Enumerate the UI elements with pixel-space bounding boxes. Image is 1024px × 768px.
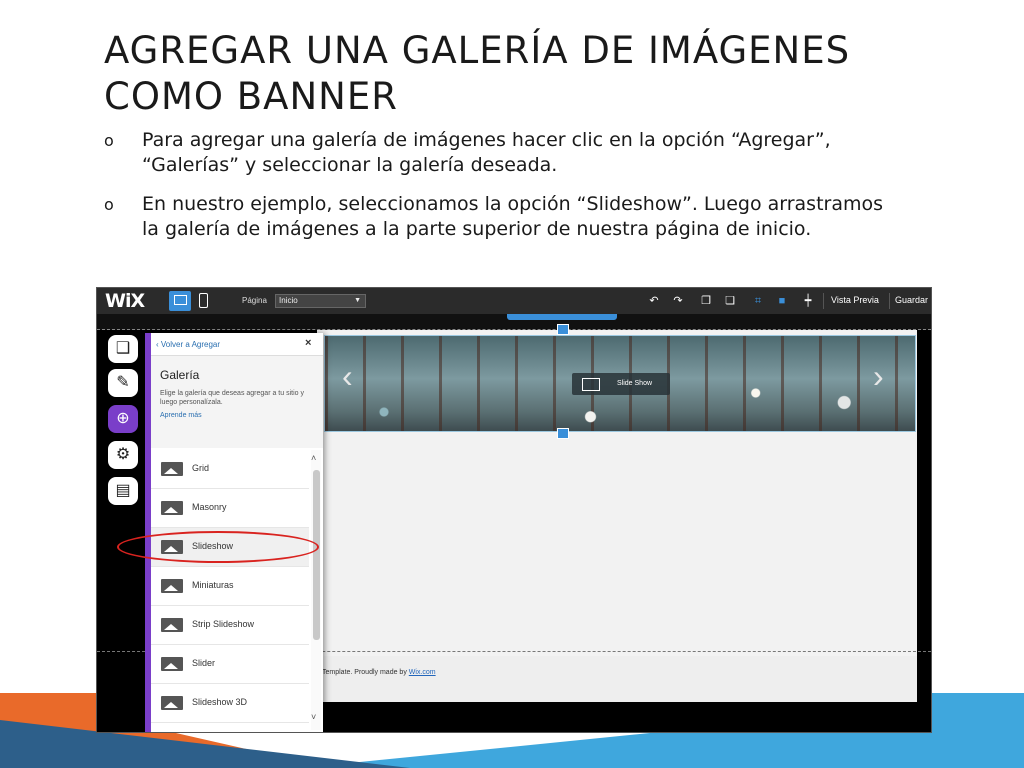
paste-icon[interactable]: ❏ — [723, 294, 737, 308]
layout-icon[interactable]: ■ — [775, 294, 789, 308]
redo-icon[interactable]: ↷ — [671, 294, 685, 308]
panel-scrollbar[interactable]: ˄ ˅ — [311, 450, 321, 730]
undo-icon[interactable]: ↶ — [647, 294, 661, 308]
settings-icon: ⚙ — [115, 446, 131, 463]
slideshow-3d-icon — [161, 696, 183, 710]
copy-icon[interactable]: ❐ — [699, 294, 713, 308]
wix-logo: WiX — [105, 290, 145, 312]
add-icon: ⊕ — [116, 410, 130, 427]
image-icon — [582, 378, 600, 391]
gallery-option-grid[interactable]: Grid — [151, 450, 309, 489]
bullet-item: o Para agregar una galería de imágenes ha… — [104, 128, 904, 178]
ruler-icon[interactable]: ┿ — [801, 294, 815, 308]
close-icon[interactable]: × — [305, 337, 311, 349]
bullet-text: En nuestro ejemplo, seleccionamos la opc… — [142, 193, 884, 240]
gallery-option-slider[interactable]: Slider — [151, 645, 309, 684]
slide-title-line1: AGREGAR UNA GALERÍA DE IMÁGENES — [104, 29, 851, 72]
option-label: Slider — [192, 658, 216, 668]
scroll-up-icon[interactable]: ˄ — [311, 453, 316, 463]
bullet-list: o Para agregar una galería de imágenes ha… — [104, 128, 904, 256]
store-icon: ▤ — [115, 482, 131, 499]
back-to-add-link[interactable]: ‹ Volver a Agregar — [156, 340, 220, 349]
dropdown-arrow-icon: ▼ — [354, 297, 361, 304]
strip-slideshow-icon — [161, 618, 183, 632]
pages-button[interactable]: ❑ — [108, 335, 138, 363]
bullet-text: Para agregar una galería de imágenes hac… — [142, 129, 831, 176]
bullet-mark: o — [104, 131, 114, 150]
mobile-icon[interactable] — [199, 293, 208, 308]
back-link-label: Volver a Agregar — [160, 340, 221, 349]
gallery-option-slideshow-3d[interactable]: Slideshow 3D — [151, 684, 309, 723]
gallery-option-strip-slideshow[interactable]: Strip Slideshow — [151, 606, 309, 645]
masonry-gallery-icon — [161, 501, 183, 515]
option-label: Masonry — [192, 502, 227, 512]
toolbar-divider — [889, 293, 890, 309]
chevron-left-icon[interactable]: ‹ — [342, 358, 353, 395]
toolbar-divider — [823, 293, 824, 309]
crop-icon[interactable]: ⌗ — [751, 294, 765, 308]
desktop-icon[interactable] — [169, 291, 191, 311]
store-button[interactable]: ▤ — [108, 477, 138, 505]
footer-label: Template. Proudly made by — [322, 669, 407, 676]
grid-gallery-icon — [161, 462, 183, 476]
option-label: Slideshow 3D — [192, 697, 248, 707]
slider-gallery-icon — [161, 657, 183, 671]
editor-top-bar: WiX Página Inicio ▼ ↶ ↷ ❐ ❏ ⌗ ■ ┿ Vista P… — [97, 288, 931, 314]
gallery-option-miniaturas[interactable]: Miniaturas — [151, 567, 309, 606]
bullet-item: o En nuestro ejemplo, seleccionamos la op… — [104, 192, 904, 242]
settings-button[interactable]: ⚙ — [108, 441, 138, 469]
page-select[interactable]: Inicio ▼ — [275, 294, 366, 308]
option-label: Miniaturas — [192, 580, 234, 590]
thumbnails-gallery-icon — [161, 579, 183, 593]
highlight-ellipse — [117, 531, 319, 563]
bullet-mark: o — [104, 195, 114, 214]
slideshow-badge[interactable]: Slide Show — [572, 373, 670, 395]
slide-title: AGREGAR UNA GALERÍA DE IMÁGENES COMO BAN… — [104, 28, 984, 120]
option-label: Strip Slideshow — [192, 619, 255, 629]
pages-icon: ❑ — [115, 340, 131, 357]
footer-text: Template. Proudly made by Wix.com — [322, 669, 436, 676]
slide-title-line2: COMO BANNER — [104, 75, 398, 118]
design-icon: ✎ — [116, 374, 130, 391]
wix-editor-screenshot: WiX Página Inicio ▼ ↶ ↷ ❐ ❏ ⌗ ■ ┿ Vista P… — [96, 287, 932, 733]
slideshow-badge-label: Slide Show — [617, 380, 653, 387]
scroll-down-icon[interactable]: ˅ — [311, 712, 316, 722]
page-select-value: Inicio — [279, 296, 298, 305]
scrollbar-thumb[interactable] — [313, 470, 320, 640]
footer-area — [317, 656, 917, 702]
drag-handle-bottom[interactable] — [557, 428, 569, 439]
section-tab[interactable] — [507, 314, 617, 320]
gallery-option-masonry[interactable]: Masonry — [151, 489, 309, 528]
add-button[interactable]: ⊕ — [108, 405, 138, 433]
panel-description: Elige la galería que deseas agregar a tu… — [160, 390, 304, 406]
drag-handle-top[interactable] — [557, 324, 569, 335]
save-button[interactable]: Guardar — [895, 295, 928, 305]
learn-more-link[interactable]: Aprende más — [160, 412, 202, 419]
footer-link[interactable]: Wix.com — [409, 669, 436, 676]
panel-title: Galería — [160, 368, 200, 382]
chevron-right-icon[interactable]: › — [873, 358, 884, 395]
page-label: Página — [242, 296, 267, 305]
preview-button[interactable]: Vista Previa — [831, 295, 879, 305]
design-button[interactable]: ✎ — [108, 369, 138, 397]
canvas-margin — [917, 330, 931, 700]
option-label: Grid — [192, 463, 210, 473]
